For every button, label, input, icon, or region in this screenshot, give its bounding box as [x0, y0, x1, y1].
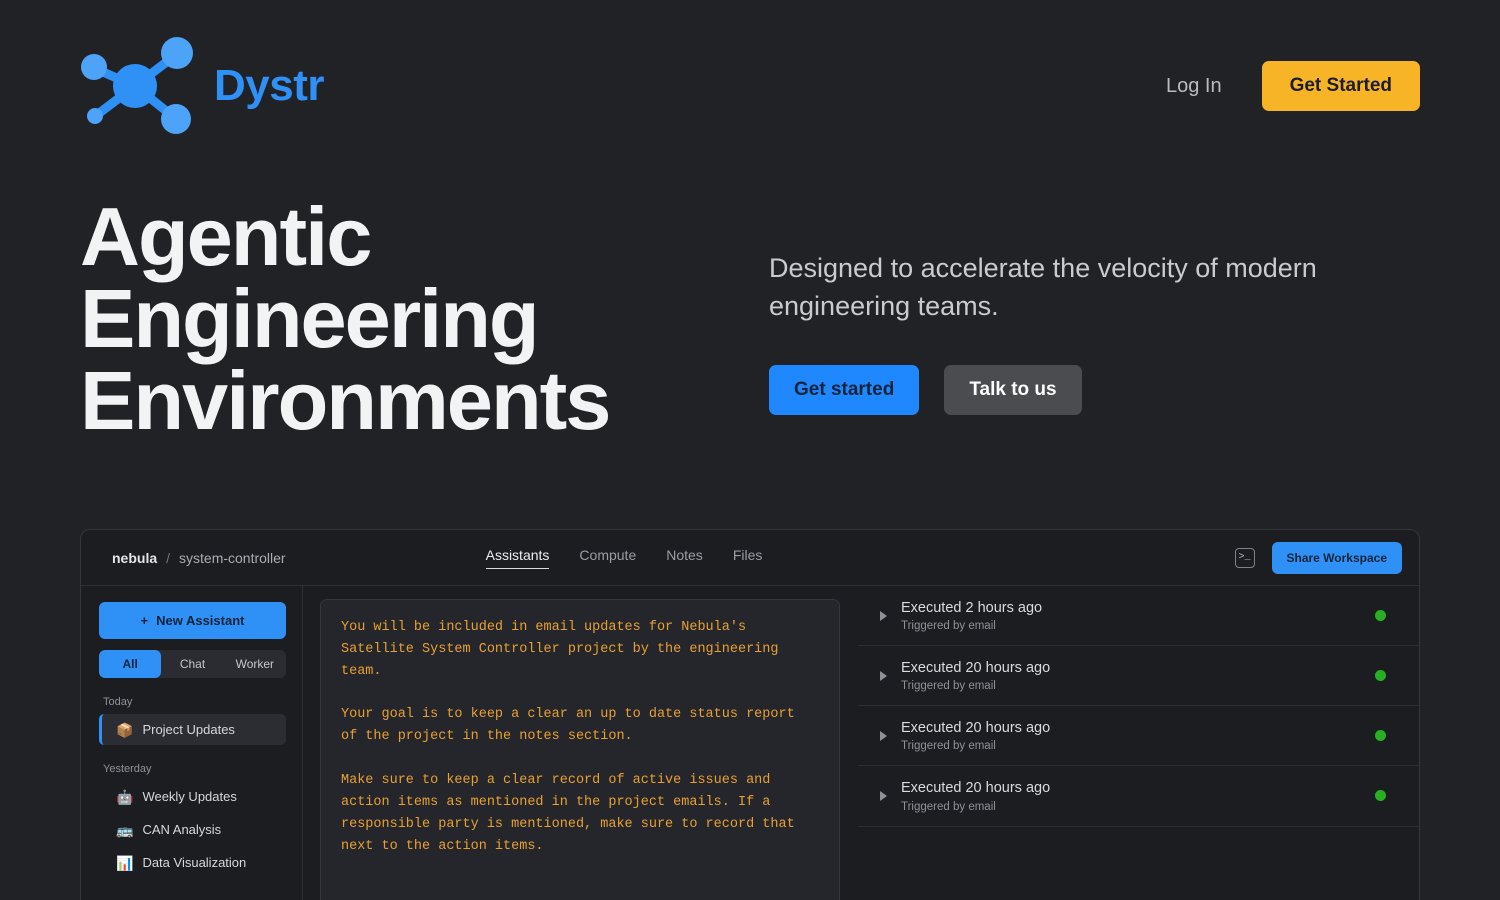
- execution-texts: Executed 20 hours ago Triggered by email: [901, 659, 1361, 692]
- chevron-right-icon[interactable]: [880, 670, 887, 681]
- chevron-right-icon[interactable]: [880, 790, 887, 801]
- execution-texts: Executed 20 hours ago Triggered by email: [901, 719, 1361, 752]
- hero-subtitle: Designed to accelerate the velocity of m…: [769, 253, 1317, 321]
- share-workspace-button[interactable]: Share Workspace: [1271, 541, 1402, 574]
- executions-list: Executed 2 hours ago Triggered by email …: [858, 586, 1419, 900]
- new-assistant-button[interactable]: + New Assistant: [99, 602, 286, 639]
- execution-texts: Executed 2 hours ago Triggered by email: [901, 599, 1361, 632]
- hero-title: Agentic Engineering Environments: [80, 190, 611, 448]
- brand[interactable]: Dystr: [78, 36, 325, 136]
- assistant-item-label: CAN Analysis: [142, 822, 222, 837]
- status-dot: [1375, 670, 1386, 682]
- assistant-detail-pane: You will be included in email updates fo…: [303, 586, 858, 900]
- assistant-item-label: Project Updates: [142, 722, 235, 737]
- status-dot: [1375, 790, 1386, 802]
- filter-pill-chat[interactable]: Chat: [161, 650, 223, 678]
- get-started-button[interactable]: Get Started: [1261, 61, 1420, 111]
- hero-get-started-button[interactable]: Get started: [769, 364, 920, 415]
- chevron-right-icon[interactable]: [880, 730, 887, 741]
- tab-files[interactable]: Files: [733, 547, 763, 569]
- bus-icon: 🚌: [116, 821, 134, 838]
- assistant-item-weekly-updates[interactable]: 🤖 Weekly Updates: [99, 781, 286, 812]
- assistant-item-can-analysis[interactable]: 🚌 CAN Analysis: [99, 814, 286, 845]
- breadcrumb-separator: /: [166, 549, 171, 566]
- package-icon: 📦: [116, 721, 134, 738]
- execution-subtitle: Triggered by email: [901, 740, 996, 753]
- execution-texts: Executed 20 hours ago Triggered by email: [901, 779, 1361, 812]
- plus-icon: +: [140, 613, 149, 628]
- execution-subtitle: Triggered by email: [901, 620, 996, 633]
- status-dot: [1375, 730, 1386, 742]
- execution-title: Executed 20 hours ago: [901, 780, 1051, 797]
- breadcrumb-project[interactable]: system-controller: [179, 550, 286, 566]
- assistant-item-project-updates[interactable]: 📦 Project Updates: [99, 714, 286, 745]
- app-tab-bar: Assistants Compute Notes Files: [485, 547, 763, 569]
- brand-name: Dystr: [214, 61, 325, 110]
- chevron-right-icon[interactable]: [880, 610, 887, 621]
- hero-section: Agentic Engineering Environments Designe…: [0, 172, 1500, 522]
- hero-talk-to-us-button[interactable]: Talk to us: [944, 364, 1082, 415]
- assistants-sidebar: + New Assistant All Chat Worker Today 📦 …: [81, 586, 303, 900]
- breadcrumb-workspace[interactable]: nebula: [112, 550, 157, 566]
- hero-right-column: Designed to accelerate the velocity of m…: [769, 250, 1429, 415]
- site-header: Dystr Log In Get Started: [0, 0, 1500, 172]
- group-label-today: Today: [103, 696, 133, 708]
- tab-compute[interactable]: Compute: [579, 547, 636, 569]
- assistant-item-data-visualization[interactable]: 📊 Data Visualization: [99, 847, 286, 878]
- header-nav: Log In Get Started: [1166, 61, 1420, 111]
- execution-row[interactable]: Executed 2 hours ago Triggered by email: [858, 586, 1419, 647]
- assistant-item-label: Weekly Updates: [142, 789, 237, 804]
- execution-row[interactable]: Executed 20 hours ago Triggered by email: [858, 646, 1419, 707]
- filter-pill-group: All Chat Worker: [99, 650, 286, 678]
- status-dot: [1375, 610, 1386, 622]
- landing-page: Dystr Log In Get Started Agentic Enginee…: [0, 0, 1500, 900]
- app-body: + New Assistant All Chat Worker Today 📦 …: [81, 586, 1419, 900]
- execution-title: Executed 20 hours ago: [901, 660, 1051, 677]
- network-nodes-icon: [81, 37, 193, 134]
- prompt-card[interactable]: You will be included in email updates fo…: [320, 599, 840, 900]
- execution-subtitle: Triggered by email: [901, 800, 996, 813]
- execution-row[interactable]: Executed 20 hours ago Triggered by email: [858, 706, 1419, 767]
- breadcrumb[interactable]: nebula / system-controller: [112, 550, 286, 566]
- terminal-icon[interactable]: >_: [1234, 547, 1255, 568]
- tab-notes[interactable]: Notes: [666, 547, 703, 569]
- topbar-actions: >_ Share Workspace: [1234, 541, 1402, 574]
- tab-assistants[interactable]: Assistants: [485, 547, 550, 569]
- group-label-yesterday: Yesterday: [103, 763, 152, 775]
- hero-actions: Get started Talk to us: [769, 364, 1429, 415]
- app-topbar: nebula / system-controller Assistants Co…: [81, 530, 1419, 586]
- assistant-item-label: Data Visualization: [142, 855, 247, 870]
- execution-row[interactable]: Executed 20 hours ago Triggered by email: [858, 766, 1419, 827]
- filter-pill-all[interactable]: All: [99, 650, 162, 678]
- new-assistant-label: New Assistant: [156, 613, 245, 628]
- filter-pill-worker[interactable]: Worker: [224, 650, 286, 678]
- execution-title: Executed 20 hours ago: [901, 720, 1051, 737]
- robot-icon: 🤖: [116, 788, 134, 805]
- bar-chart-icon: 📊: [116, 854, 134, 871]
- execution-subtitle: Triggered by email: [901, 680, 996, 693]
- execution-title: Executed 2 hours ago: [901, 600, 1043, 616]
- prompt-text: You will be included in email updates fo…: [341, 620, 795, 854]
- app-preview-panel: nebula / system-controller Assistants Co…: [80, 529, 1420, 900]
- login-link[interactable]: Log In: [1166, 75, 1222, 98]
